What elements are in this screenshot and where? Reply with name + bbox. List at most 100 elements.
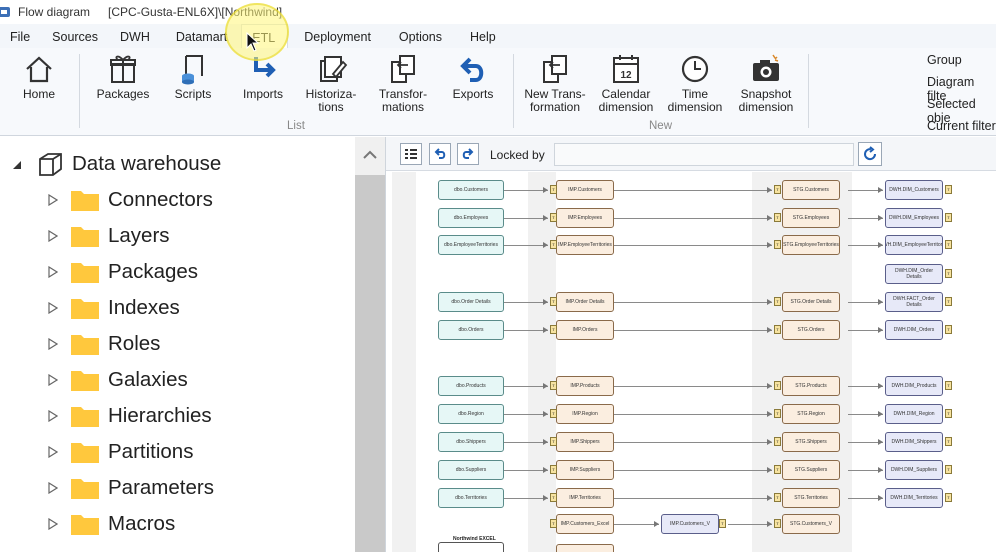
- diagram-node-imp[interactable]: IMP.Products: [556, 376, 614, 396]
- snapshot-dimension-button[interactable]: Snapshot dimension: [735, 52, 797, 122]
- diagram-node-src[interactable]: dbo.Territories: [438, 488, 504, 508]
- menu-dwh[interactable]: DWH: [114, 24, 166, 48]
- diagram-node-dwh[interactable]: DWH.DIM_Territories: [885, 488, 943, 508]
- connector-arrow: [878, 439, 883, 445]
- scripts-button[interactable]: Scripts: [170, 52, 216, 122]
- diagram-node-imp[interactable]: IMP.Customers: [556, 180, 614, 200]
- time-dimension-button[interactable]: Time dimension: [666, 52, 724, 122]
- tree-item-indexes[interactable]: Indexes: [48, 293, 180, 323]
- diagram-node-dwh[interactable]: DWH.DIM_Customers: [885, 180, 943, 200]
- diagram-node-src[interactable]: dbo.Order Details: [438, 292, 504, 312]
- diagram-node-imp[interactable]: IMP.Order Details: [556, 292, 614, 312]
- diagram-node-dwh[interactable]: DWH.DIM_Region: [885, 404, 943, 424]
- diagram-node-stg[interactable]: STG.Employees: [782, 208, 840, 228]
- diagram-node-src[interactable]: dbo.Orders: [438, 320, 504, 340]
- home-button[interactable]: Home: [20, 52, 58, 122]
- diagram-node-src[interactable]: dbo.Employees: [438, 208, 504, 228]
- tree-item-partitions[interactable]: Partitions: [48, 437, 193, 467]
- transformations-button[interactable]: Transfor- mations: [372, 52, 434, 122]
- diagram-node-imp[interactable]: IMP.Orders: [556, 320, 614, 340]
- redo-button[interactable]: [457, 143, 479, 165]
- tree-item-layers[interactable]: Layers: [48, 221, 170, 251]
- menu-datamart[interactable]: Datamart: [166, 24, 241, 48]
- scroll-up-button[interactable]: [355, 137, 385, 175]
- tree-item-hierarchies[interactable]: Hierarchies: [48, 401, 212, 431]
- flow-diagram-canvas[interactable]: dbo.Customers IMP.Customers STG.Customers D…: [386, 172, 996, 552]
- expand-triangle-icon[interactable]: [48, 482, 58, 494]
- diagram-node-dwh[interactable]: DWH.DIM_Products: [885, 376, 943, 396]
- expand-triangle-icon[interactable]: [48, 230, 58, 242]
- diagram-node-src[interactable]: dbo.Suppliers: [438, 460, 504, 480]
- diagram-node-dwh[interactable]: DWH.DIM_Suppliers: [885, 460, 943, 480]
- diagram-node-mid[interactable]: IMP.Customers_V: [661, 514, 719, 534]
- new-transformation-button[interactable]: New Trans- formation: [522, 52, 588, 122]
- tree-item-label: Packages: [108, 260, 199, 283]
- diagram-node-stg[interactable]: STG.Products: [782, 376, 840, 396]
- diagram-node-imp[interactable]: IMP.Employees: [556, 208, 614, 228]
- diagram-node-src[interactable]: dbo.Customers: [438, 180, 504, 200]
- refresh-button[interactable]: [858, 142, 882, 166]
- menu-sources[interactable]: Sources: [40, 24, 114, 48]
- menu-file[interactable]: File: [0, 24, 40, 48]
- tree-root[interactable]: Data warehouse: [10, 149, 221, 179]
- diagram-node-dwh[interactable]: DWH.DIM_Order Details: [885, 264, 943, 284]
- diagram-node-stg[interactable]: STG.Shippers: [782, 432, 840, 452]
- menu-options[interactable]: Options: [395, 24, 466, 48]
- diagram-node-imp[interactable]: IMP.Suppliers: [556, 460, 614, 480]
- list-view-button[interactable]: [400, 143, 422, 165]
- menu-help[interactable]: Help: [466, 24, 506, 48]
- tree-item-parameters[interactable]: Parameters: [48, 473, 214, 503]
- diagram-node-dwh[interactable]: DWH.FACT_Order Details: [885, 292, 943, 312]
- diagram-node-stg[interactable]: STG.Customers: [782, 180, 840, 200]
- diagram-node-stg[interactable]: STG.Orders: [782, 320, 840, 340]
- current-filter-option[interactable]: Current filter: [927, 119, 996, 133]
- vertical-scrollbar[interactable]: [355, 137, 385, 552]
- ribbon: Home Packages Scripts Imports Historiza-…: [0, 48, 996, 136]
- diagram-node-imp[interactable]: IMP.Shippers: [556, 432, 614, 452]
- undo-button[interactable]: [429, 143, 451, 165]
- diagram-node-stg[interactable]: STG.Customers_V: [782, 514, 840, 534]
- diagram-node-dwh[interactable]: DWH.DIM_Employees: [885, 208, 943, 228]
- diagram-node-imp[interactable]: [556, 544, 614, 552]
- exports-button[interactable]: Exports: [448, 52, 498, 122]
- tree-item-packages[interactable]: Packages: [48, 257, 198, 287]
- calendar-dimension-button[interactable]: 12 Calendar dimension: [595, 52, 657, 122]
- diagram-node-src[interactable]: dbo.Shippers: [438, 432, 504, 452]
- diagram-node-stg[interactable]: STG.EmployeeTerritories: [782, 235, 840, 255]
- diagram-node-src[interactable]: dbo.Region: [438, 404, 504, 424]
- collapse-triangle-icon[interactable]: [10, 158, 22, 170]
- diagram-node-imp[interactable]: IMP.Territories: [556, 488, 614, 508]
- diagram-node-src[interactable]: dbo.Products: [438, 376, 504, 396]
- expand-triangle-icon[interactable]: [48, 374, 58, 386]
- diagram-node-dwh[interactable]: DWH.DIM_Orders: [885, 320, 943, 340]
- packages-button[interactable]: Packages: [95, 52, 151, 122]
- expand-triangle-icon[interactable]: [48, 338, 58, 350]
- expand-triangle-icon[interactable]: [48, 194, 58, 206]
- diagram-node-imp[interactable]: IMP.Customers_Excel: [556, 514, 614, 534]
- expand-triangle-icon[interactable]: [48, 410, 58, 422]
- diagram-node-imp[interactable]: IMP.Region: [556, 404, 614, 424]
- locked-by-label: Locked by: [490, 148, 545, 162]
- diagram-node-stg[interactable]: STG.Territories: [782, 488, 840, 508]
- expand-triangle-icon[interactable]: [48, 266, 58, 278]
- diagram-node-stg[interactable]: STG.Region: [782, 404, 840, 424]
- tree-item-connectors[interactable]: Connectors: [48, 185, 213, 215]
- diagram-node-dwh[interactable]: DWH.DIM_Shippers: [885, 432, 943, 452]
- diagram-node-dwh[interactable]: DWH.DIM_EmployeeTerritories: [885, 235, 943, 255]
- import-arrow-icon: [254, 57, 276, 78]
- diagram-node-excel-source[interactable]: [438, 542, 504, 552]
- tree-item-macros[interactable]: Macros: [48, 509, 175, 539]
- diagram-node-imp[interactable]: IMP.EmployeeTerritories: [556, 235, 614, 255]
- diagram-node-stg[interactable]: STG.Suppliers: [782, 460, 840, 480]
- expand-triangle-icon[interactable]: [48, 518, 58, 530]
- imports-button[interactable]: Imports: [238, 52, 288, 122]
- tree-item-galaxies[interactable]: Galaxies: [48, 365, 188, 395]
- historizations-button[interactable]: Historiza- tions: [300, 52, 362, 122]
- menu-deployment[interactable]: Deployment: [288, 24, 395, 48]
- group-option[interactable]: Group: [927, 53, 962, 67]
- tree-item-roles[interactable]: Roles: [48, 329, 160, 359]
- diagram-node-stg[interactable]: STG.Order Details: [782, 292, 840, 312]
- diagram-node-src[interactable]: dbo.EmployeeTerritories: [438, 235, 504, 255]
- expand-triangle-icon[interactable]: [48, 302, 58, 314]
- expand-triangle-icon[interactable]: [48, 446, 58, 458]
